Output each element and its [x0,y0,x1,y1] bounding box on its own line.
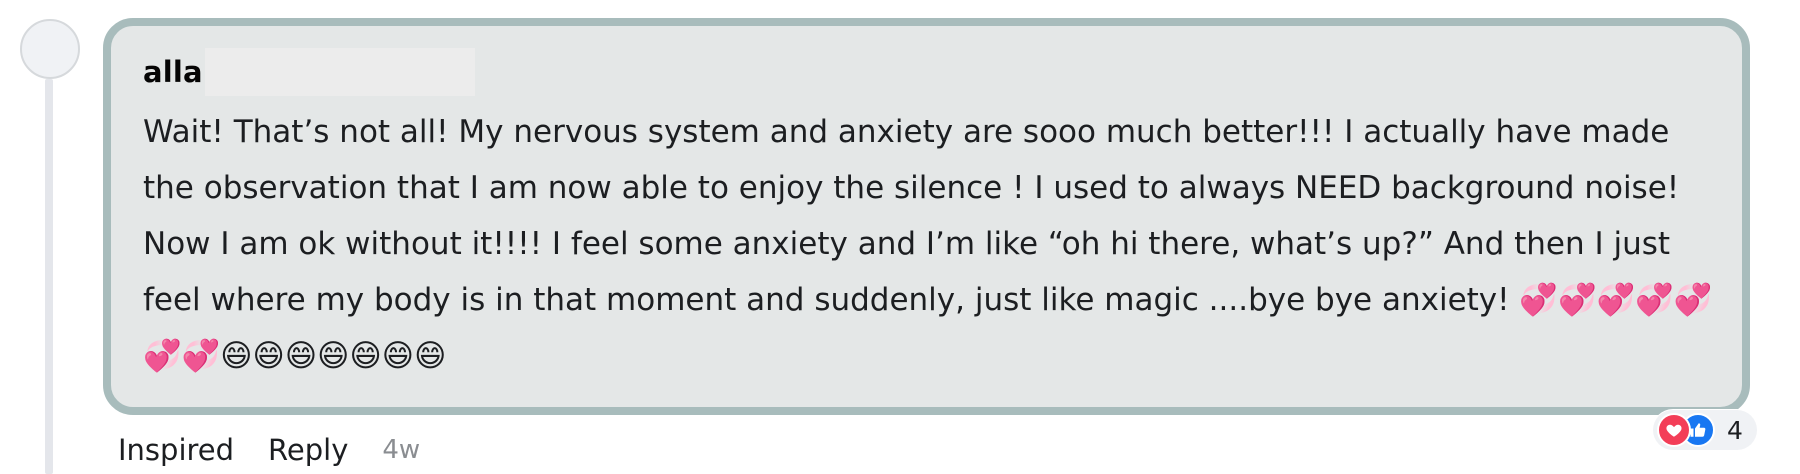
inspired-button[interactable]: Inspired [118,433,234,467]
reaction-count: 4 [1727,415,1743,445]
author-name[interactable]: alla [143,55,203,89]
reaction-summary[interactable]: 4 [1653,410,1757,450]
avatar[interactable] [20,19,80,79]
heart-icon [1657,413,1691,447]
comment-text: Wait! That’s not all! My nervous system … [143,114,1713,374]
reply-button[interactable]: Reply [268,433,348,467]
thread-line [45,79,53,474]
comment-bubble: alla Wait! That’s not all! My nervous sy… [103,18,1750,415]
comment-actions: Inspired Reply 4w [118,428,420,472]
timestamp[interactable]: 4w [382,435,420,465]
author-row: alla [143,48,475,96]
redacted-name-block [204,48,475,96]
